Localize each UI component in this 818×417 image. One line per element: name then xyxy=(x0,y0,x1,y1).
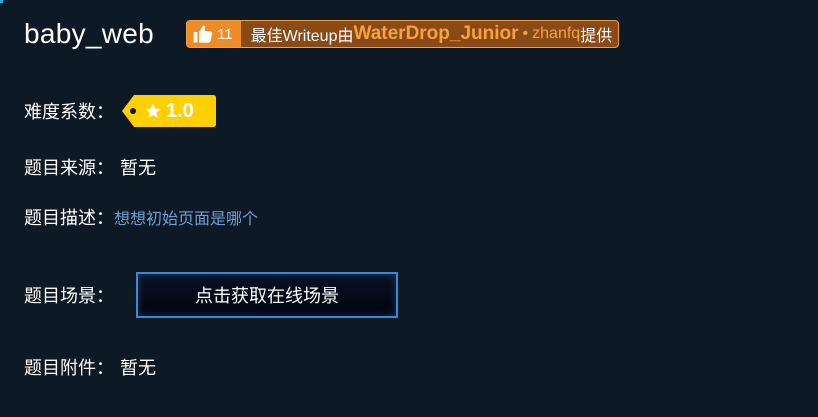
challenge-title: baby_web xyxy=(24,18,155,49)
like-counter[interactable]: 11 xyxy=(187,21,241,47)
title-row: baby_web 11 最佳Writeup由 WaterDrop_Junior … xyxy=(24,16,620,52)
difficulty-tag: 1.0 xyxy=(122,95,216,127)
description-label: 题目描述： xyxy=(24,208,114,228)
difficulty-row: 难度系数： 1.0 xyxy=(24,94,216,128)
star-icon xyxy=(144,102,162,120)
attachment-value: 暂无 xyxy=(120,358,156,378)
writeup-suffix: 提供 xyxy=(580,28,613,45)
source-value: 暂无 xyxy=(120,158,156,178)
difficulty-label: 难度系数： xyxy=(24,102,114,122)
source-row: 题目来源： 暂无 xyxy=(24,154,156,180)
like-count: 11 xyxy=(217,25,233,43)
writeup-separator: • xyxy=(522,25,529,42)
writeup-uploader-link[interactable]: zhanfq xyxy=(532,25,580,43)
corner-marker xyxy=(0,0,3,3)
scene-label: 题目场景： xyxy=(24,286,114,306)
writeup-prefix: 最佳Writeup由 xyxy=(250,28,354,45)
description-value: 想想初始页面是哪个 xyxy=(114,211,259,228)
writeup-author-link[interactable]: WaterDrop_Junior xyxy=(353,23,518,45)
description-row: 题目描述： 想想初始页面是哪个 xyxy=(24,204,258,230)
writeup-credit: 最佳Writeup由 WaterDrop_Junior • zhanfq 提供 xyxy=(241,21,619,47)
source-label: 题目来源： xyxy=(24,158,114,178)
scene-row: 题目场景： 点击获取在线场景 xyxy=(24,270,398,320)
thumbs-up-icon xyxy=(193,25,213,43)
difficulty-value: 1.0 xyxy=(166,100,194,122)
attachment-label: 题目附件： xyxy=(24,358,114,378)
attachment-row: 题目附件： 暂无 xyxy=(24,354,156,380)
get-online-scene-button[interactable]: 点击获取在线场景 xyxy=(136,272,398,318)
best-writeup-badge[interactable]: 11 最佳Writeup由 WaterDrop_Junior • zhanfq … xyxy=(186,20,620,48)
